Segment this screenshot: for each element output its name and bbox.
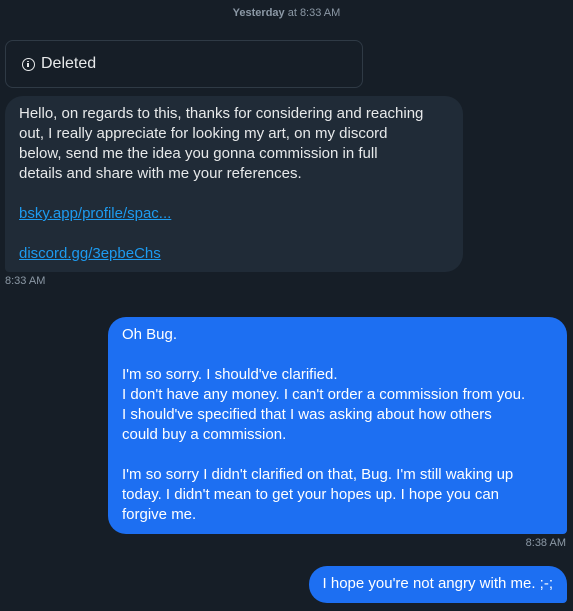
message-text-line: below, send me the idea you gonna commis…	[19, 145, 378, 162]
message-text-line: I'm so sorry I didn't clarified on that,…	[122, 466, 514, 483]
message-text-line: today. I didn't mean to get your hopes u…	[122, 486, 500, 503]
incoming-message-bubble[interactable]: Hello, on regards to this, thanks for co…	[5, 96, 463, 272]
message-text-line: Oh Bug.	[122, 326, 178, 343]
bsky-profile-link[interactable]: bsky.app/profile/spac...	[19, 205, 171, 222]
conversation-view: Yesterday at 8:33 AM Deleted Hello, on r…	[0, 0, 573, 611]
message-text-line: Hello, on regards to this, thanks for co…	[19, 105, 424, 122]
message-text-line: out, I really appreciate for looking my …	[19, 125, 388, 142]
deleted-message-card: Deleted	[5, 40, 363, 88]
outgoing-message-bubble[interactable]: I hope you're not angry with me. ;-;	[308, 566, 567, 603]
incoming-message-timestamp: 8:33 AM	[5, 275, 46, 287]
message-text-line: details and share with me your reference…	[19, 165, 302, 182]
day-separator: Yesterday at 8:33 AM	[0, 7, 573, 19]
message-text-line: I'm so sorry. I should've clarified.	[122, 366, 338, 383]
message-text-line: forgive me.	[122, 506, 197, 523]
outgoing-message-timestamp: 8:38 AM	[525, 537, 566, 549]
message-text-line: I should've specified that I was asking …	[122, 406, 492, 423]
day-label: Yesterday	[232, 7, 285, 19]
deleted-label: Deleted	[41, 55, 97, 72]
info-icon	[22, 57, 35, 71]
message-text-line: could buy a commission.	[122, 426, 287, 443]
day-time: at 8:33 AM	[284, 7, 341, 19]
message-text-line: I don't have any money. I can't order a …	[122, 386, 526, 403]
discord-invite-link[interactable]: discord.gg/3epbeChs	[19, 245, 161, 262]
outgoing-message-bubble[interactable]: Oh Bug. I'm so sorry. I should've clarif…	[108, 317, 567, 534]
message-text: I hope you're not angry with me. ;-;	[322, 575, 553, 592]
